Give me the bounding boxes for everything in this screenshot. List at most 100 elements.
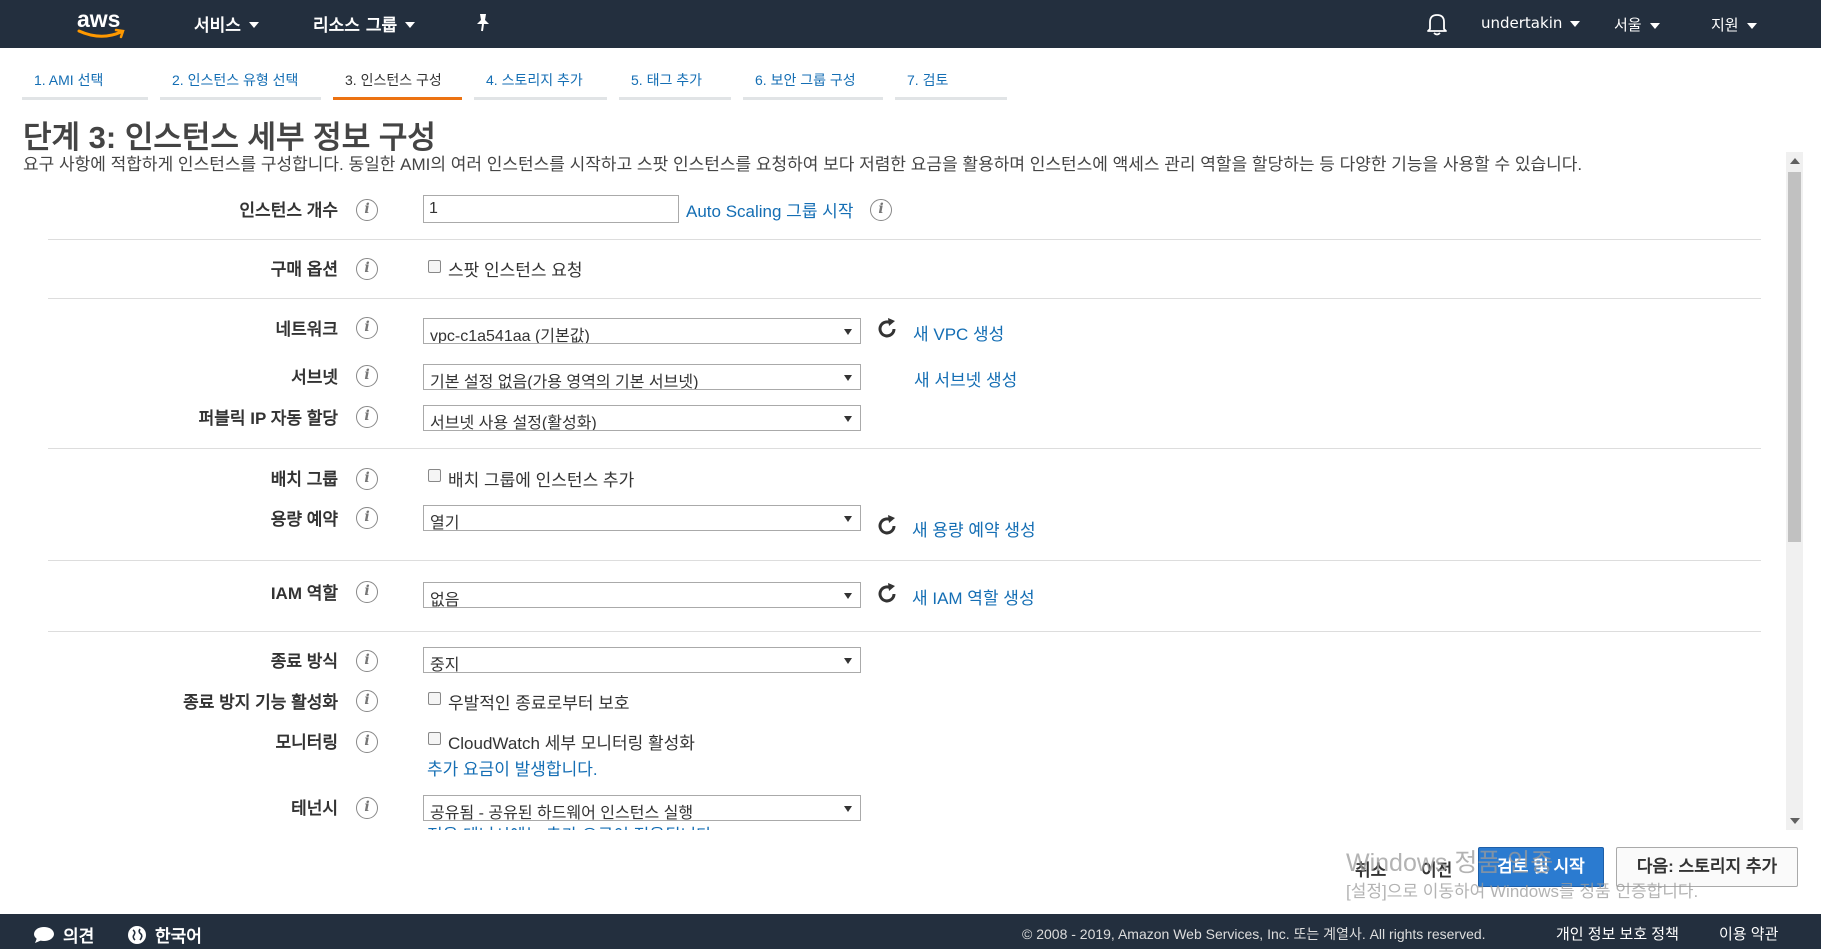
step-configure-instance[interactable]: 3. 인스턴스 구성 [333, 64, 462, 100]
refresh-icon[interactable] [875, 582, 899, 606]
create-subnet-link[interactable]: 새 서브넷 생성 [914, 366, 1017, 391]
resource-groups-label: 리소스 그룹 [313, 16, 398, 36]
pin-icon[interactable] [474, 13, 492, 33]
subnet-value: 기본 설정 없음(가용 영역의 기본 서브넷) [430, 374, 699, 390]
info-icon[interactable]: i [356, 797, 378, 819]
wizard-steps: 1. AMI 선택 2. 인스턴스 유형 선택 3. 인스턴스 구성 4. 스토… [22, 64, 1019, 100]
info-icon[interactable]: i [356, 365, 378, 387]
iam-role-value: 없음 [430, 592, 460, 608]
dedicated-charges-link[interactable]: 전용 테넌시에는 추가 요금이 적용됩니다. [427, 821, 717, 830]
info-icon[interactable]: i [356, 199, 378, 221]
cancel-button[interactable]: 취소 [1355, 856, 1386, 881]
bell-icon[interactable] [1426, 12, 1448, 36]
support-label: 지원 [1711, 16, 1739, 34]
shutdown-behavior-select[interactable]: 중지 [423, 647, 861, 673]
purchase-option-label: 구매 옵션 [270, 260, 338, 279]
tenancy-label: 테넌시 [291, 799, 338, 818]
capacity-reservation-select[interactable]: 열기 [423, 505, 861, 531]
dropdown-arrow-icon [844, 416, 852, 422]
shutdown-behavior-label: 종료 방식 [270, 652, 338, 671]
terms-of-use-link[interactable]: 이용 약관 [1719, 923, 1778, 944]
placement-group-checkbox[interactable] [428, 469, 441, 482]
review-and-launch-button[interactable]: 검토 및 시작 [1478, 847, 1604, 887]
shutdown-behavior-value: 중지 [430, 657, 460, 673]
chevron-down-icon [248, 21, 259, 28]
additional-charges-link[interactable]: 추가 요금이 발생합니다. [427, 755, 598, 780]
info-icon[interactable]: i [356, 650, 378, 672]
info-icon[interactable]: i [356, 406, 378, 428]
capacity-reservation-value: 열기 [430, 515, 460, 531]
account-menu[interactable]: undertakin [1481, 14, 1581, 32]
divider [48, 631, 1761, 632]
iam-role-select[interactable]: 없음 [423, 582, 861, 608]
spot-instance-label: 스팟 인스턴스 요청 [448, 261, 583, 280]
feedback-button[interactable]: 의견 [33, 922, 94, 947]
create-vpc-link[interactable]: 새 VPC 생성 [913, 320, 1004, 345]
spot-instance-checkbox[interactable] [428, 260, 441, 273]
divider [48, 560, 1761, 561]
scroll-down-arrow-icon[interactable] [1790, 818, 1800, 824]
region-menu[interactable]: 서울 [1614, 14, 1660, 35]
divider [48, 448, 1761, 449]
speech-bubble-icon [34, 926, 54, 943]
placement-group-label: 배치 그룹 [270, 470, 338, 489]
dropdown-arrow-icon [844, 329, 852, 335]
auto-scaling-link[interactable]: Auto Scaling 그룹 시작 [686, 197, 853, 222]
step-choose-instance-type[interactable]: 2. 인스턴스 유형 선택 [160, 64, 321, 100]
dropdown-arrow-icon [844, 516, 852, 522]
network-value: vpc-c1a541aa (기본값) [430, 328, 590, 344]
dropdown-arrow-icon [844, 658, 852, 664]
language-label: 한국어 [155, 927, 202, 946]
vertical-scrollbar[interactable] [1786, 152, 1803, 830]
aws-logo[interactable]: aws [75, 4, 131, 44]
scrollbar-thumb[interactable] [1788, 172, 1801, 542]
instance-count-input[interactable] [423, 195, 679, 223]
info-icon[interactable]: i [356, 258, 378, 280]
detailed-monitoring-checkbox-label: CloudWatch 세부 모니터링 활성화 [448, 734, 695, 753]
info-icon[interactable]: i [870, 199, 892, 221]
termination-protection-checkbox[interactable] [428, 692, 441, 705]
info-icon[interactable]: i [356, 468, 378, 490]
capacity-reservation-label: 용량 예약 [270, 510, 338, 529]
network-select[interactable]: vpc-c1a541aa (기본값) [423, 318, 861, 344]
dropdown-arrow-icon [844, 593, 852, 599]
create-capacity-reservation-link[interactable]: 새 용량 예약 생성 [912, 516, 1036, 541]
termination-protection-label: 종료 방지 기능 활성화 [183, 693, 338, 712]
subnet-label: 서브넷 [291, 368, 338, 387]
public-ip-select[interactable]: 서브넷 사용 설정(활성화) [423, 405, 861, 431]
services-menu[interactable]: 서비스 [194, 11, 259, 36]
resource-groups-menu[interactable]: 리소스 그룹 [313, 11, 416, 36]
language-selector[interactable]: 한국어 [127, 922, 202, 947]
instance-count-label: 인스턴스 개수 [239, 201, 338, 220]
refresh-icon[interactable] [875, 514, 899, 538]
info-icon[interactable]: i [356, 581, 378, 603]
support-menu[interactable]: 지원 [1711, 14, 1757, 35]
previous-button[interactable]: 이전 [1421, 856, 1452, 881]
step-add-tags[interactable]: 5. 태그 추가 [619, 64, 731, 100]
footer: 의견 한국어 © 2008 - 2019, Amazon Web Service… [0, 914, 1821, 949]
network-label: 네트워크 [275, 320, 338, 339]
services-label: 서비스 [194, 16, 241, 36]
chevron-down-icon [405, 21, 416, 28]
step-choose-ami[interactable]: 1. AMI 선택 [22, 64, 148, 100]
step-review[interactable]: 7. 검토 [895, 64, 1007, 100]
feedback-label: 의견 [63, 927, 95, 946]
tenancy-select[interactable]: 공유됨 - 공유된 하드웨어 인스턴스 실행 [423, 795, 861, 821]
next-add-storage-button[interactable]: 다음: 스토리지 추가 [1616, 847, 1798, 887]
subnet-select[interactable]: 기본 설정 없음(가용 영역의 기본 서브넷) [423, 364, 861, 390]
chevron-down-icon [1746, 22, 1757, 29]
detailed-monitoring-checkbox[interactable] [428, 732, 441, 745]
refresh-icon[interactable] [875, 317, 899, 341]
info-icon[interactable]: i [356, 317, 378, 339]
info-icon[interactable]: i [356, 507, 378, 529]
tenancy-value: 공유됨 - 공유된 하드웨어 인스턴스 실행 [430, 805, 694, 821]
step-configure-security-group[interactable]: 6. 보안 그룹 구성 [743, 64, 883, 100]
info-icon[interactable]: i [356, 690, 378, 712]
dropdown-arrow-icon [844, 806, 852, 812]
create-iam-role-link[interactable]: 새 IAM 역할 생성 [912, 584, 1035, 609]
privacy-policy-link[interactable]: 개인 정보 보호 정책 [1556, 923, 1679, 944]
step-add-storage[interactable]: 4. 스토리지 추가 [474, 64, 607, 100]
scroll-up-arrow-icon[interactable] [1790, 158, 1800, 164]
region-name: 서울 [1614, 16, 1642, 34]
info-icon[interactable]: i [356, 731, 378, 753]
